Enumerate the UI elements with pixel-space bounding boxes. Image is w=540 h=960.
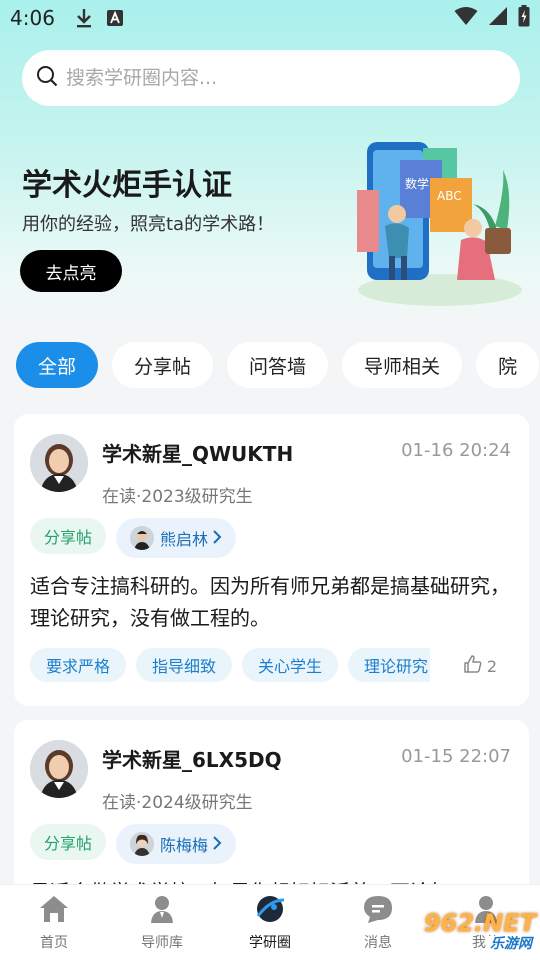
search-icon <box>36 65 58 91</box>
battery-icon <box>518 4 530 32</box>
nav-research-circle[interactable]: 学研圈 <box>216 885 324 960</box>
post-tags: 要求严格 指导细致 关心学生 理论研究 <box>30 648 430 684</box>
banner-subtitle: 用你的经验，照亮ta的学术路！ <box>22 214 275 235</box>
mentor-avatar <box>130 526 155 550</box>
post-username[interactable]: 学术新星_QWUKTH <box>102 438 293 467</box>
post-user-meta: 在读·2023级研究生 <box>102 487 253 507</box>
post-user-meta: 在读·2024级研究生 <box>102 793 253 813</box>
research-circle-icon <box>254 894 286 928</box>
book-label-math: 数学 <box>405 176 429 191</box>
like-button[interactable]: 2 <box>463 654 497 678</box>
tag-theory-research[interactable]: 理论研究 <box>348 648 430 682</box>
watermark-line1: 962.NET <box>423 909 536 937</box>
post-chips: 分享帖 熊启林 <box>30 518 237 558</box>
category-badge[interactable]: 分享帖 <box>30 824 107 860</box>
status-time: 4:06 <box>10 6 55 30</box>
book-label-abc: ABC <box>437 189 462 203</box>
post-username[interactable]: 学术新星_6LX5DQ <box>102 744 282 773</box>
nav-mentor-library[interactable]: 导师库 <box>108 885 216 960</box>
avatar[interactable] <box>30 740 88 798</box>
app-notification-icon <box>106 10 123 26</box>
search-input[interactable] <box>66 67 486 89</box>
signal-icon <box>488 6 508 31</box>
nav-messages-label: 消息 <box>364 934 392 951</box>
message-icon <box>362 894 394 928</box>
category-tabs: 全部 分享帖 问答墙 导师相关 院 <box>16 342 540 388</box>
like-count: 2 <box>486 656 497 676</box>
mentor-name: 熊启林 <box>160 530 209 549</box>
nav-research-circle-label: 学研圈 <box>249 934 291 951</box>
tab-all[interactable]: 全部 <box>16 342 99 388</box>
post-card[interactable]: 学术新星_QWUKTH 01-16 20:24 在读·2023级研究生 分享帖 … <box>14 414 529 706</box>
tag-strict[interactable]: 要求严格 <box>30 648 127 682</box>
post-content[interactable]: 适合专注搞科研的。因为所有师兄弟都是搞基础研究，理论研究，没有做工程的。 <box>30 570 516 634</box>
site-watermark: 962.NET 乐游网 <box>400 908 536 954</box>
mentor-chip[interactable]: 陈梅梅 <box>116 824 237 864</box>
post-chips: 分享帖 陈梅梅 <box>30 824 237 864</box>
tag-caring[interactable]: 关心学生 <box>242 648 339 682</box>
chevron-right-icon <box>212 529 222 548</box>
wifi-icon <box>454 6 478 31</box>
post-time: 01-16 20:24 <box>401 440 511 461</box>
tab-qa-wall[interactable]: 问答墙 <box>227 342 329 388</box>
banner-title: 学术火炬手认证 <box>22 168 232 203</box>
nav-home-label: 首页 <box>40 934 68 951</box>
nav-mentor-library-label: 导师库 <box>141 934 183 951</box>
mentor-name: 陈梅梅 <box>160 836 209 855</box>
home-icon <box>38 894 70 928</box>
banner-illustration: 数学 ABC <box>357 142 522 306</box>
tab-institute[interactable]: 院 <box>476 342 540 388</box>
chevron-right-icon <box>212 835 222 854</box>
tab-mentor-related[interactable]: 导师相关 <box>342 342 463 388</box>
status-bar: 4:06 <box>0 0 540 36</box>
download-icon <box>75 8 93 28</box>
thumbs-up-icon <box>463 654 483 678</box>
category-badge[interactable]: 分享帖 <box>30 518 107 554</box>
mentor-library-icon <box>146 894 178 928</box>
search-bar[interactable] <box>22 50 520 106</box>
light-up-button[interactable]: 去点亮 <box>20 250 122 292</box>
mentor-avatar <box>130 832 155 856</box>
avatar[interactable] <box>30 434 88 492</box>
nav-home[interactable]: 首页 <box>0 885 108 960</box>
tab-share[interactable]: 分享帖 <box>112 342 214 388</box>
watermark-line2: 乐游网 <box>486 936 536 952</box>
post-time: 01-15 22:07 <box>401 746 511 767</box>
mentor-chip[interactable]: 熊启林 <box>116 518 237 558</box>
tag-detailed-guidance[interactable]: 指导细致 <box>136 648 233 682</box>
